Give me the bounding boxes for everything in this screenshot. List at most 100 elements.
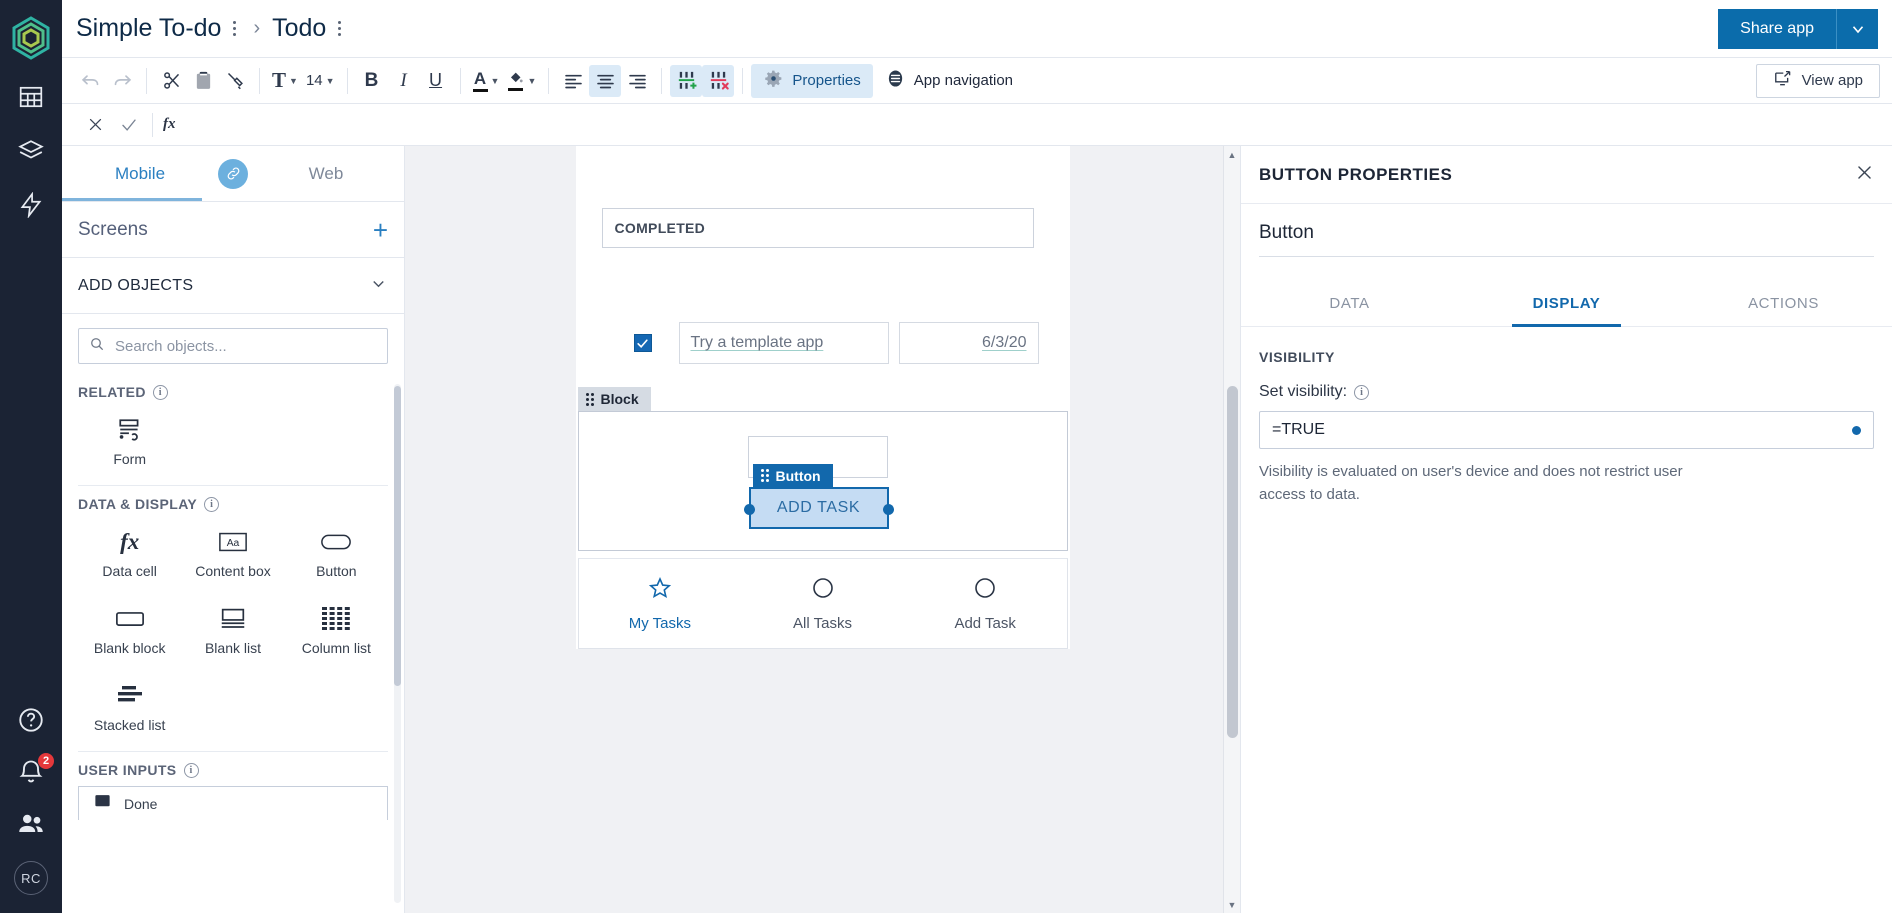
delete-column-icon[interactable]: [702, 64, 735, 97]
info-icon[interactable]: i: [204, 496, 220, 512]
screen-title[interactable]: Todo: [272, 14, 326, 43]
link-chain-icon[interactable]: [218, 158, 248, 189]
format-painter-icon[interactable]: [219, 65, 251, 97]
canvas-scrollbar[interactable]: ▲ ▼: [1223, 146, 1240, 913]
tables-icon[interactable]: [16, 82, 46, 112]
align-right-icon[interactable]: [621, 65, 653, 97]
nav-item-all-tasks[interactable]: All Tasks: [741, 576, 904, 632]
cut-scissors-icon[interactable]: [155, 65, 187, 97]
redo-icon[interactable]: [106, 65, 138, 97]
resize-handle-left[interactable]: [743, 504, 755, 515]
add-column-icon[interactable]: [670, 64, 703, 97]
view-app-button[interactable]: View app: [1755, 63, 1880, 98]
tab-mobile[interactable]: Mobile: [62, 146, 218, 202]
formula-accept-check-icon[interactable]: [112, 108, 146, 142]
app-navigation-button[interactable]: App navigation: [873, 64, 1025, 98]
canvas-scroll-up-caret-up-icon[interactable]: ▲: [1224, 146, 1240, 163]
task-date-cell[interactable]: 6/3/20: [898, 322, 1039, 364]
text-color-chevron-down-icon[interactable]: ▼: [491, 76, 500, 86]
button-selection-tag[interactable]: Button: [752, 464, 833, 487]
object-item-stacked-list[interactable]: Stacked list: [78, 674, 181, 745]
formula-input[interactable]: [175, 116, 1876, 133]
layers-icon[interactable]: [16, 136, 46, 166]
properties-close-x-icon[interactable]: [1855, 163, 1874, 186]
font-T-icon[interactable]: T ▼: [268, 65, 302, 97]
font-dropdown-chevron-down-icon[interactable]: ▼: [289, 76, 298, 86]
data-display-grid: fx Data cell Aa Content box Button Blank…: [78, 520, 388, 745]
notifications-bell-icon[interactable]: 2: [16, 753, 54, 787]
objects-scrollbar[interactable]: [394, 384, 401, 903]
tab-display[interactable]: DISPLAY: [1458, 285, 1675, 327]
tab-actions[interactable]: ACTIONS: [1675, 285, 1892, 326]
object-item-form[interactable]: Form: [78, 408, 181, 479]
formula-dot-icon[interactable]: [1852, 425, 1861, 435]
block-selection-tag[interactable]: Block: [577, 387, 651, 411]
object-item-data-cell[interactable]: fx Data cell: [78, 520, 181, 591]
screen-title-menu-icon[interactable]: [332, 18, 346, 39]
visibility-formula-input[interactable]: [1272, 421, 1852, 439]
search-input[interactable]: [115, 337, 377, 355]
object-item-blank-block[interactable]: Blank block: [78, 597, 181, 668]
tab-data[interactable]: DATA: [1241, 285, 1458, 326]
fill-color-chevron-down-icon[interactable]: ▼: [527, 76, 536, 86]
people-icon[interactable]: [16, 809, 46, 839]
add-objects-label: ADD OBJECTS: [78, 276, 194, 294]
objects-scrollbar-thumb[interactable]: [394, 386, 401, 686]
toolbar-divider: [548, 67, 550, 94]
nav-item-add-task[interactable]: Add Task: [904, 576, 1067, 632]
formula-cancel-close-x-icon[interactable]: [78, 108, 112, 142]
set-visibility-label: Set visibility:: [1259, 383, 1348, 400]
task-name-cell[interactable]: Try a template app: [678, 322, 889, 364]
add-objects-row[interactable]: ADD OBJECTS: [62, 258, 404, 314]
text-color-label: A: [473, 68, 487, 88]
app-title-menu-icon[interactable]: [227, 18, 241, 39]
app-title[interactable]: Simple To-do: [76, 14, 221, 43]
align-left-icon[interactable]: [557, 65, 589, 97]
hexagon-logo-icon[interactable]: [5, 12, 57, 64]
add-screen-plus-icon[interactable]: +: [373, 217, 388, 243]
object-label: Content box: [195, 563, 271, 579]
share-app-button[interactable]: Share app: [1718, 8, 1836, 49]
avatar[interactable]: RC: [14, 861, 48, 895]
italic-button[interactable]: I: [388, 65, 420, 97]
object-name-input[interactable]: [1259, 222, 1874, 257]
drag-dots-icon[interactable]: [585, 392, 594, 406]
text-color-button[interactable]: A ▼: [469, 65, 504, 97]
object-item-column-list[interactable]: Column list: [285, 597, 388, 668]
canvas-scroll-down-caret-down-icon[interactable]: ▼: [1224, 896, 1240, 913]
fill-bucket-icon[interactable]: ▼: [503, 65, 540, 97]
properties-title: BUTTON PROPERTIES: [1259, 164, 1453, 184]
undo-icon[interactable]: [74, 65, 106, 97]
search-box[interactable]: [78, 328, 388, 364]
paste-clipboard-icon[interactable]: [187, 65, 219, 97]
underline-button[interactable]: U: [420, 65, 452, 97]
object-item-done[interactable]: Done: [78, 786, 388, 820]
info-icon[interactable]: i: [152, 384, 168, 400]
section-header-data-display: DATA & DISPLAY i: [78, 496, 388, 512]
selected-add-task-button[interactable]: ADD TASK: [743, 487, 894, 529]
align-center-icon[interactable]: [589, 64, 622, 97]
completed-section-header[interactable]: COMPLETED: [601, 208, 1034, 248]
tab-web[interactable]: Web: [248, 146, 404, 202]
font-size-selector[interactable]: 14 ▼: [302, 65, 339, 97]
resize-handle-right[interactable]: [882, 504, 894, 515]
task-checkbox[interactable]: [633, 334, 652, 352]
font-size-chevron-down-icon[interactable]: ▼: [326, 76, 335, 86]
share-app-dropdown-chevron-down-icon[interactable]: [1836, 8, 1878, 49]
object-item-button[interactable]: Button: [285, 520, 388, 591]
info-icon[interactable]: i: [183, 762, 199, 778]
visibility-formula-field[interactable]: [1259, 411, 1874, 449]
help-icon[interactable]: [16, 705, 46, 735]
nav-item-my-tasks[interactable]: My Tasks: [579, 576, 742, 632]
drag-dots-icon[interactable]: [760, 469, 769, 482]
add-objects-chevron-down-icon[interactable]: [369, 274, 388, 298]
bold-button[interactable]: B: [356, 65, 388, 97]
canvas-scrollbar-thumb[interactable]: [1227, 386, 1238, 738]
info-icon[interactable]: i: [1354, 384, 1370, 400]
object-item-content-box[interactable]: Aa Content box: [181, 520, 284, 591]
automation-bolt-icon[interactable]: [16, 190, 46, 220]
stacked-list-icon: [116, 682, 144, 710]
properties-button[interactable]: Properties: [751, 63, 873, 98]
properties-label: Properties: [792, 72, 861, 89]
object-item-blank-list[interactable]: Blank list: [181, 597, 284, 668]
